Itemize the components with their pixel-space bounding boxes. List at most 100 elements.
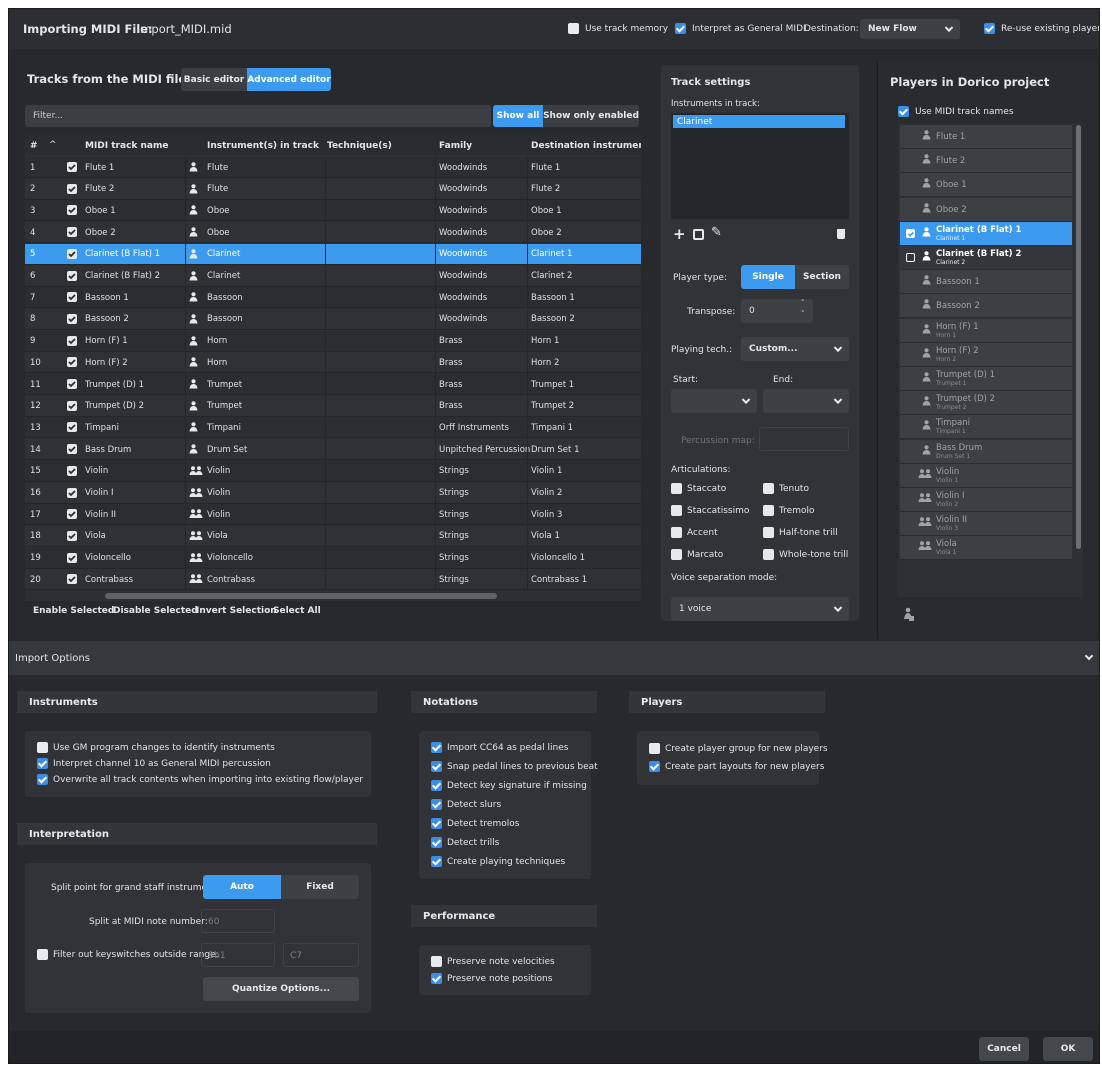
player-type-section[interactable]: Section [795, 265, 849, 289]
player-item[interactable]: Viola Viola 1 [900, 536, 1072, 561]
track-enabled-checkbox[interactable] [67, 444, 77, 455]
filter-keyswitches-checkbox[interactable] [37, 949, 48, 960]
track-enabled-checkbox[interactable] [67, 400, 77, 411]
notation-option-checkbox[interactable] [431, 742, 442, 753]
track-enabled-checkbox[interactable] [67, 530, 77, 541]
invert-selection-button[interactable]: Invert Selection [196, 606, 277, 616]
notation-option-checkbox[interactable] [431, 856, 442, 867]
preserve-velocities-checkbox[interactable] [431, 956, 442, 967]
player-include-checkbox[interactable] [906, 228, 915, 238]
channel10-percussion-checkbox[interactable] [37, 758, 48, 769]
table-row[interactable]: 6 Clarinet (B Flat) 2 Clarinet Woodwinds Cla… [25, 265, 641, 287]
select-all-button[interactable]: Select All [273, 606, 321, 616]
edit-pencil-icon[interactable]: ✎ [711, 225, 722, 240]
player-type-single[interactable]: Single [741, 265, 795, 289]
table-row[interactable]: 8 Bassoon 2 Bassoon Woodwinds Bassoon 2 [25, 308, 641, 330]
transpose-stepper[interactable]: 0 ˄ ˅ [741, 299, 813, 323]
use-midi-names-checkbox[interactable] [898, 106, 909, 117]
start-dropdown[interactable] [671, 389, 757, 413]
table-row[interactable]: 16 Violin I Violin Strings Violin 2 [25, 482, 641, 504]
basic-editor-tab[interactable]: Basic editor [181, 68, 247, 91]
use-track-memory-checkbox[interactable] [568, 23, 579, 34]
player-item[interactable]: Horn (F) 1 Horn 1 [900, 318, 1072, 343]
table-row[interactable]: 19 Violoncello Violoncello Strings Violoncel… [25, 547, 641, 569]
player-item[interactable]: Flute 2 [900, 149, 1072, 174]
table-row[interactable]: 15 Violin Violin Strings Violin 1 [25, 460, 641, 482]
table-row[interactable]: 17 Violin II Violin Strings Violin 3 [25, 504, 641, 526]
track-enabled-checkbox[interactable] [67, 357, 77, 368]
col-family[interactable]: Family [439, 141, 472, 151]
create-player-group-checkbox[interactable] [649, 743, 660, 754]
table-row[interactable]: 20 Contrabass Contrabass Strings Contrabass … [25, 569, 641, 591]
player-item[interactable]: Violin I Violin 2 [900, 488, 1072, 512]
quantize-options-button[interactable]: Quantize Options... [203, 977, 359, 1001]
table-row[interactable]: 5 Clarinet (B Flat) 1 Clarinet Woodwinds Cla… [25, 243, 641, 265]
track-enabled-checkbox[interactable] [67, 313, 77, 324]
track-enabled-checkbox[interactable] [67, 379, 77, 389]
articulation-checkbox[interactable] [671, 549, 682, 560]
track-enabled-checkbox[interactable] [67, 552, 77, 563]
player-item[interactable]: Clarinet (B Flat) 1 Clarinet 1 [900, 221, 1072, 246]
player-item[interactable]: Bassoon 1 [900, 270, 1072, 295]
end-dropdown[interactable] [763, 389, 849, 413]
col-number[interactable]: # [30, 141, 38, 151]
articulation-checkbox[interactable] [763, 505, 774, 516]
sort-icon[interactable]: ^ [49, 140, 57, 150]
gm-program-changes-checkbox[interactable] [37, 742, 48, 753]
enable-selected-button[interactable]: Enable Selected [33, 606, 114, 616]
track-enabled-checkbox[interactable] [67, 465, 77, 476]
track-enabled-checkbox[interactable] [67, 335, 77, 346]
table-row[interactable]: 2 Flute 2 Flute Woodwinds Flute 2 [25, 178, 641, 200]
player-item[interactable]: Trumpet (D) 1 Trumpet 1 [900, 367, 1072, 391]
col-instruments[interactable]: Instrument(s) in track [207, 141, 319, 151]
advanced-editor-tab[interactable]: Advanced editor [247, 68, 331, 91]
overwrite-track-contents-checkbox[interactable] [37, 774, 48, 785]
player-item[interactable]: Oboe 1 [900, 173, 1072, 198]
col-midi-track-name[interactable]: MIDI track name [85, 141, 169, 151]
articulation-checkbox[interactable] [763, 549, 774, 560]
track-enabled-checkbox[interactable] [67, 183, 77, 194]
disable-selected-button[interactable]: Disable Selected [113, 606, 198, 616]
interpret-gm-checkbox[interactable] [675, 23, 686, 34]
track-enabled-checkbox[interactable] [67, 509, 77, 520]
notation-option-checkbox[interactable] [431, 799, 442, 810]
table-row[interactable]: 12 Trumpet (D) 2 Trumpet Brass Trumpet 2 [25, 395, 641, 417]
split-auto-button[interactable]: Auto [203, 875, 281, 899]
instrument-list-item[interactable]: Clarinet [673, 115, 845, 128]
articulation-checkbox[interactable] [763, 483, 774, 494]
articulation-checkbox[interactable] [671, 483, 682, 494]
notation-option-checkbox[interactable] [431, 818, 442, 829]
table-row[interactable]: 1 Flute 1 Flute Woodwinds Flute 1 [25, 157, 641, 178]
notation-option-checkbox[interactable] [431, 780, 442, 791]
player-item[interactable]: Timpani Timpani 1 [900, 415, 1072, 440]
track-enabled-checkbox[interactable] [67, 248, 77, 259]
player-item[interactable]: Flute 1 [900, 125, 1072, 149]
import-options-bar[interactable]: Import Options [9, 641, 1099, 675]
stepper-up-icon[interactable]: ˄ [801, 299, 805, 307]
track-enabled-checkbox[interactable] [67, 227, 77, 238]
collapse-chevron-icon[interactable] [1084, 651, 1094, 661]
player-item[interactable]: Bass Drum Drum Set 1 [900, 439, 1072, 464]
show-only-enabled-button[interactable]: Show only enabled [543, 105, 639, 127]
track-enabled-checkbox[interactable] [67, 487, 77, 498]
playing-tech-dropdown[interactable]: Custom... [741, 337, 849, 361]
player-item[interactable]: Horn (F) 2 Horn 2 [900, 342, 1072, 367]
table-row[interactable]: 7 Bassoon 1 Bassoon Woodwinds Bassoon 1 [25, 287, 641, 309]
show-all-button[interactable]: Show all [493, 105, 543, 127]
duplicate-icon[interactable] [693, 229, 704, 240]
track-enabled-checkbox[interactable] [67, 574, 77, 585]
stepper-down-icon[interactable]: ˅ [801, 310, 805, 318]
track-enabled-checkbox[interactable] [67, 292, 77, 303]
table-row[interactable]: 4 Oboe 2 Oboe Woodwinds Oboe 2 [25, 222, 641, 244]
add-player-icon[interactable] [904, 607, 914, 621]
table-row[interactable]: 14 Bass Drum Drum Set Unpitched Percussion D… [25, 439, 641, 461]
cancel-button[interactable]: Cancel [979, 1037, 1029, 1061]
filter-input[interactable]: Filter... [25, 105, 491, 127]
voice-separation-dropdown[interactable]: 1 voice [671, 597, 849, 621]
player-item[interactable]: Violin II Violin 3 [900, 512, 1072, 537]
player-item[interactable]: Trumpet (D) 2 Trumpet 2 [900, 391, 1072, 416]
track-enabled-checkbox[interactable] [67, 205, 77, 216]
player-item[interactable]: Clarinet (B Flat) 2 Clarinet 2 [900, 246, 1072, 270]
notation-option-checkbox[interactable] [431, 837, 442, 848]
table-row[interactable]: 11 Trumpet (D) 1 Trumpet Brass Trumpet 1 [25, 374, 641, 395]
